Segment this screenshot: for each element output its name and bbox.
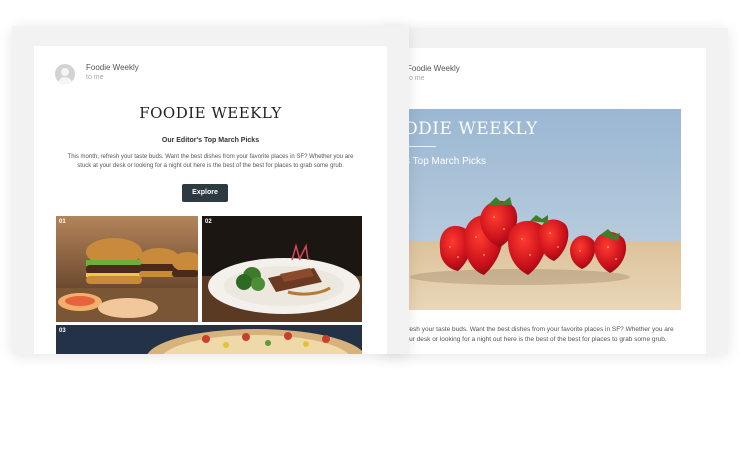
avatar-body — [58, 77, 72, 84]
burgers-illustration — [56, 216, 198, 322]
email-preview-back: Foodie Weekly to me FOODIE WEEKLY Editor… — [380, 28, 728, 354]
intro-line-1: month, refresh your taste buds. Want the… — [380, 326, 674, 333]
avatar-head — [61, 68, 69, 76]
recipient-label: to me — [407, 75, 425, 82]
intro-paragraph: This month, refresh your taste buds. Wan… — [67, 154, 354, 169]
subheading: Our Editor's Top March Picks — [161, 137, 260, 144]
explore-button[interactable]: Explore — [182, 184, 228, 202]
email-body-front: Foodie Weekly to me FOODIE WEEKLY Our Ed… — [34, 46, 387, 354]
tile-steak-plate[interactable]: 02 — [202, 216, 362, 322]
sender-avatar — [55, 64, 75, 84]
intro-line-2: stuck at your desk or looking for a nigh… — [380, 336, 667, 343]
tile-burgers[interactable]: 01 — [56, 216, 198, 322]
strawberries-illustration — [380, 197, 681, 310]
email-preview-front: Foodie Weekly to me FOODIE WEEKLY Our Ed… — [12, 26, 409, 354]
tile-pizza[interactable]: 03 — [56, 325, 362, 354]
recipient-label: to me — [86, 74, 104, 81]
tile-number: 02 — [205, 219, 212, 225]
tile-number: 03 — [59, 328, 66, 334]
email-body-back: Foodie Weekly to me FOODIE WEEKLY Editor… — [380, 48, 706, 354]
intro-paragraph: month, refresh your taste buds. Want the… — [380, 325, 678, 345]
brand-title: FOODIE WEEKLY — [139, 104, 282, 122]
sender-name: Foodie Weekly — [407, 64, 460, 73]
hero-image-strawberries: FOODIE WEEKLY Editor's Top March Picks — [380, 109, 681, 310]
sender-name: Foodie Weekly — [86, 63, 139, 72]
pizza-illustration — [56, 325, 362, 354]
tile-number: 01 — [59, 219, 66, 225]
steak-plate-illustration — [202, 216, 362, 322]
